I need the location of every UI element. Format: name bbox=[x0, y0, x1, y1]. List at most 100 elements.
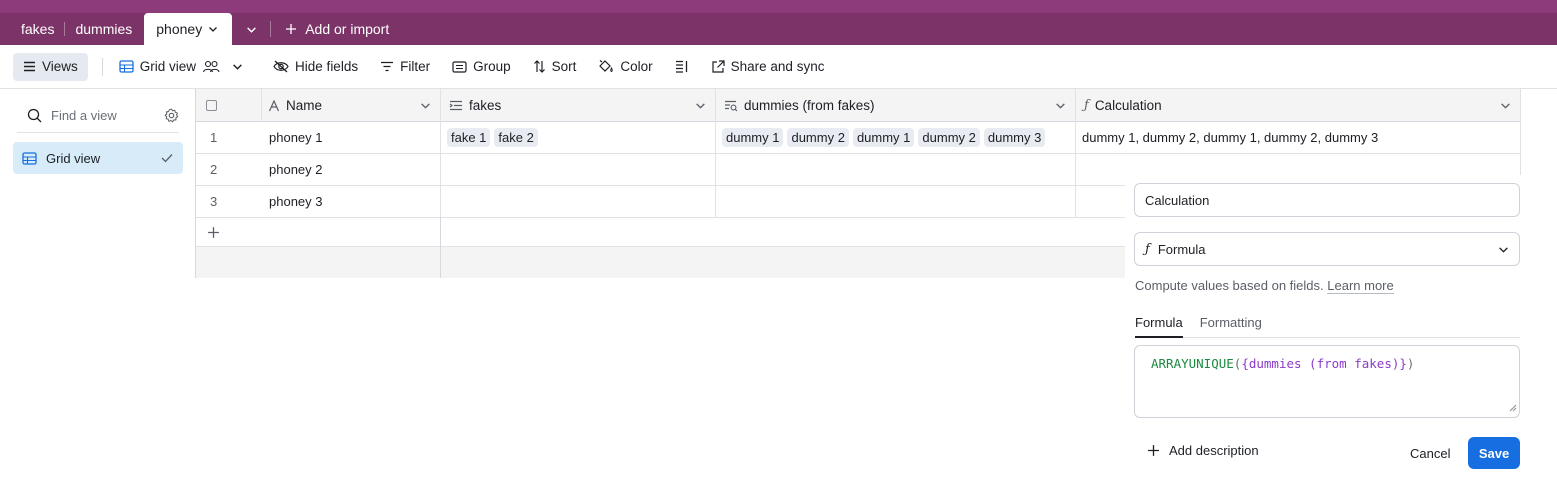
linked-record-pill[interactable]: fake 2 bbox=[494, 128, 538, 147]
chevron-down-icon bbox=[246, 24, 257, 35]
table-tabbar: fakes dummies phoney Add or import bbox=[0, 13, 1557, 45]
view-toolbar: Views Grid view Hide fields Filter Group bbox=[0, 45, 1557, 89]
hide-fields-label: Hide fields bbox=[295, 59, 359, 74]
add-description-button[interactable]: Add description bbox=[1147, 443, 1259, 458]
filter-button[interactable]: Filter bbox=[372, 53, 438, 81]
share-and-sync-button[interactable]: Share and sync bbox=[703, 53, 833, 81]
row-cell-dummies[interactable] bbox=[716, 186, 1076, 217]
table-row[interactable]: 1 phoney 1 fake 1 fake 2 dummy 1 dummy 2… bbox=[196, 122, 1521, 154]
check-icon bbox=[161, 153, 173, 163]
row-cell-name[interactable]: 3 phoney 3 bbox=[196, 186, 441, 217]
tab-phoney[interactable]: phoney bbox=[144, 13, 233, 45]
add-description-label: Add description bbox=[1169, 443, 1259, 458]
chevron-down-icon[interactable] bbox=[1500, 100, 1511, 111]
column-header-calculation[interactable]: ƒ Calculation bbox=[1076, 89, 1521, 122]
formula-field-reference: {dummies (from fakes)} bbox=[1241, 356, 1407, 371]
color-label: Color bbox=[620, 59, 653, 74]
views-label: Views bbox=[42, 59, 78, 74]
filter-label: Filter bbox=[400, 59, 431, 74]
plus-icon bbox=[207, 226, 220, 239]
paint-bucket-icon bbox=[598, 59, 614, 74]
add-or-import-label: Add or import bbox=[305, 21, 390, 37]
row-number: 2 bbox=[210, 162, 218, 177]
gear-icon[interactable] bbox=[164, 108, 179, 123]
row-cell-calculation[interactable]: dummy 1, dummy 2, dummy 1, dummy 2, dumm… bbox=[1076, 122, 1521, 153]
formula-tabs: Formula Formatting bbox=[1135, 315, 1520, 338]
sort-button[interactable]: Sort bbox=[525, 53, 585, 81]
tab-fakes[interactable]: fakes bbox=[0, 13, 64, 45]
tab-label: dummies bbox=[75, 21, 133, 37]
tab-label: phoney bbox=[156, 21, 203, 37]
row-height-icon bbox=[675, 60, 689, 73]
row-name: phoney 3 bbox=[269, 194, 323, 209]
grid-icon bbox=[22, 151, 37, 165]
column-header-dummies-from-fakes[interactable]: dummies (from fakes) bbox=[716, 89, 1076, 122]
field-type-select[interactable]: ƒ Formula bbox=[1134, 232, 1520, 266]
chevron-down-icon[interactable] bbox=[1055, 100, 1066, 111]
chevron-down-icon[interactable] bbox=[208, 24, 218, 34]
row-cell-name[interactable]: 1 phoney 1 bbox=[196, 122, 441, 153]
sidebar-item-grid-view[interactable]: Grid view bbox=[13, 142, 183, 174]
hide-fields-button[interactable]: Hide fields bbox=[265, 53, 366, 81]
more-tables-button[interactable] bbox=[232, 24, 270, 35]
field-type-description: Compute values based on fields. Learn mo… bbox=[1135, 278, 1394, 294]
plus-icon bbox=[285, 23, 297, 35]
row-cell-fakes[interactable] bbox=[441, 154, 716, 185]
find-view-search[interactable]: Find a view bbox=[17, 99, 179, 133]
cancel-button[interactable]: Cancel bbox=[1410, 446, 1450, 461]
view-switcher[interactable]: Grid view bbox=[111, 53, 251, 81]
tab-formula[interactable]: Formula bbox=[1135, 315, 1183, 338]
chevron-down-icon[interactable] bbox=[420, 100, 431, 111]
plus-icon bbox=[1147, 444, 1160, 457]
add-or-import-button[interactable]: Add or import bbox=[270, 21, 389, 37]
formula-editor[interactable]: ARRAYUNIQUE({dummies (from fakes)}) bbox=[1134, 345, 1520, 418]
row-name: phoney 2 bbox=[269, 162, 323, 177]
row-height-button[interactable] bbox=[667, 53, 697, 81]
filter-icon bbox=[380, 61, 394, 72]
row-number: 3 bbox=[210, 194, 218, 209]
sort-icon bbox=[533, 60, 546, 73]
find-view-placeholder: Find a view bbox=[51, 108, 117, 123]
grid-icon bbox=[119, 60, 134, 73]
column-header-fakes[interactable]: fakes bbox=[441, 89, 716, 122]
lookup-icon bbox=[724, 100, 738, 112]
tab-dummies[interactable]: dummies bbox=[65, 13, 142, 45]
grid-header: Name fakes dummies (from fakes) ƒ Calcul… bbox=[196, 89, 1521, 122]
row-cell-dummies[interactable]: dummy 1 dummy 2 dummy 1 dummy 2 dummy 3 bbox=[716, 122, 1076, 153]
column-header-name[interactable]: Name bbox=[262, 89, 441, 122]
row-name: phoney 1 bbox=[269, 130, 323, 145]
row-cell-dummies[interactable] bbox=[716, 154, 1076, 185]
chevron-down-icon[interactable] bbox=[695, 100, 706, 111]
lookup-pill: dummy 2 bbox=[918, 128, 980, 147]
checkbox-box bbox=[206, 100, 217, 111]
row-cell-name[interactable]: 2 phoney 2 bbox=[196, 154, 441, 185]
grid-footer-left bbox=[196, 247, 441, 278]
row-cell-fakes[interactable]: fake 1 fake 2 bbox=[441, 122, 716, 153]
group-button[interactable]: Group bbox=[444, 53, 519, 81]
row-cell-fakes[interactable] bbox=[441, 186, 716, 217]
color-button[interactable]: Color bbox=[590, 53, 660, 81]
chevron-down-icon bbox=[232, 61, 243, 72]
share-and-sync-label: Share and sync bbox=[730, 59, 825, 74]
column-header-label: Calculation bbox=[1094, 98, 1162, 113]
top-strip bbox=[0, 0, 1557, 13]
external-link-icon bbox=[711, 59, 725, 74]
add-record-button[interactable] bbox=[196, 217, 441, 247]
formula-icon: ƒ bbox=[1145, 241, 1150, 257]
sidebar-item-label: Grid view bbox=[46, 150, 101, 166]
view-name: Grid view bbox=[139, 59, 197, 74]
views-toggle-button[interactable]: Views bbox=[13, 52, 88, 81]
column-header-label: fakes bbox=[469, 98, 502, 113]
select-all-checkbox[interactable] bbox=[196, 89, 262, 122]
linked-record-pill[interactable]: fake 1 bbox=[447, 128, 491, 147]
link-icon bbox=[449, 100, 463, 111]
tab-label: fakes bbox=[21, 21, 55, 37]
save-button[interactable]: Save bbox=[1468, 437, 1520, 469]
lookup-pill: dummy 1 bbox=[722, 128, 784, 147]
tab-formatting[interactable]: Formatting bbox=[1200, 315, 1262, 338]
resize-handle-icon[interactable] bbox=[1509, 400, 1517, 415]
toolbar-divider bbox=[101, 57, 103, 76]
field-name-input[interactable]: Calculation bbox=[1134, 183, 1520, 217]
group-label: Group bbox=[473, 59, 511, 74]
learn-more-link[interactable]: Learn more bbox=[1327, 278, 1394, 294]
